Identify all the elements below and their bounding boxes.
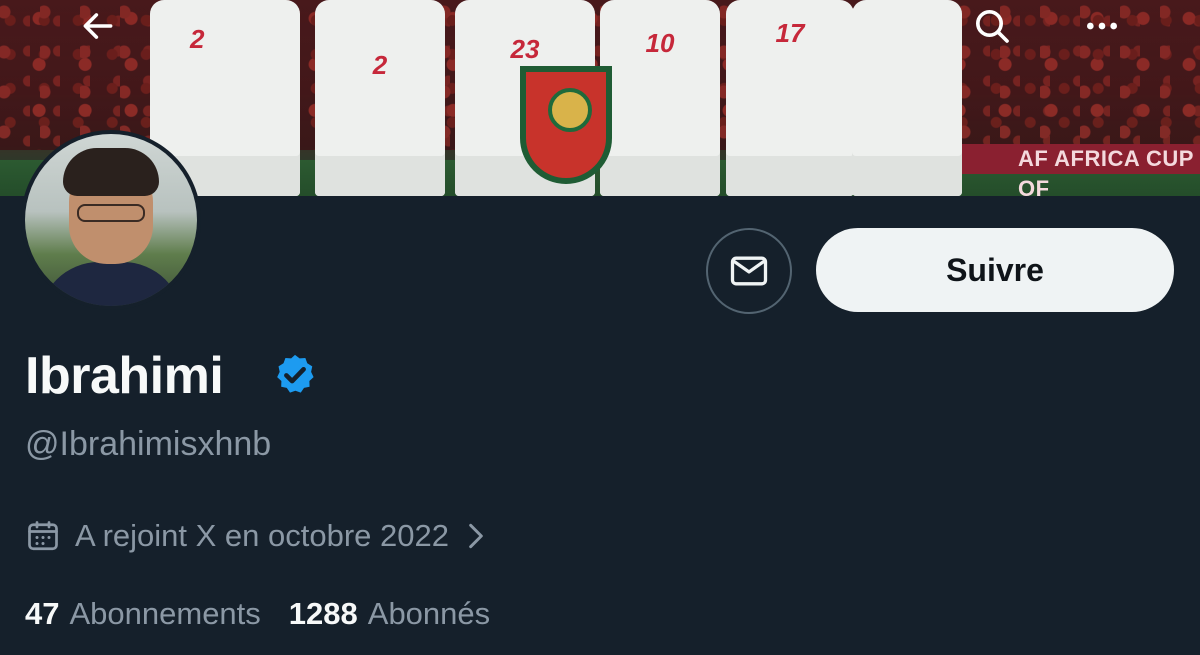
verified-badge-icon	[277, 354, 314, 393]
calendar-icon	[28, 521, 58, 551]
profile-name: Ibrahimi	[25, 347, 224, 405]
avatar-photo	[25, 134, 197, 306]
jersey-number: 23	[510, 34, 540, 64]
banner-player	[852, 0, 962, 196]
profile-handle: @Ibrahimisxhnb	[25, 425, 272, 463]
search-icon	[976, 9, 1009, 43]
avatar-hair	[63, 148, 159, 196]
banner-advert-board: AF AFRICA CUP OF	[960, 144, 1200, 196]
team-pennant	[520, 66, 612, 184]
follow-stats: 47 Abonnements 1288 Abonnés	[25, 592, 490, 636]
following-link[interactable]: 47 Abonnements	[25, 592, 261, 636]
message-button[interactable]	[706, 228, 792, 314]
following-label: Abonnements	[69, 596, 261, 631]
mail-icon	[730, 256, 768, 286]
back-button[interactable]	[72, 0, 124, 52]
avatar-shirt	[39, 262, 183, 306]
jersey-number: 2	[190, 24, 205, 54]
more-horizontal-icon	[1087, 22, 1117, 30]
followers-count: 1288	[288, 596, 358, 631]
stats-spacer	[261, 592, 289, 636]
following-count: 47	[25, 596, 60, 631]
banner-player: 2	[315, 0, 445, 196]
followers-label: Abonnés	[367, 596, 491, 631]
search-button[interactable]	[966, 0, 1018, 52]
banner-player: 17	[726, 0, 854, 196]
profile-avatar[interactable]	[21, 130, 201, 310]
joined-date-text: A rejoint X en octobre 2022	[75, 518, 449, 553]
joined-date-row[interactable]: A rejoint X en octobre 2022	[25, 514, 489, 558]
follow-button[interactable]: Suivre	[816, 228, 1174, 312]
team-emblem	[548, 88, 592, 132]
jersey-number: 17	[775, 18, 805, 48]
banner-player: 10	[600, 0, 720, 196]
chevron-right-icon	[469, 523, 483, 549]
jersey-number: 2	[372, 50, 388, 80]
avatar-glasses	[77, 204, 145, 222]
jersey-number: 10	[645, 28, 675, 58]
arrow-left-icon	[83, 13, 113, 39]
followers-link[interactable]: 1288 Abonnés	[289, 592, 490, 636]
more-button[interactable]	[1076, 0, 1128, 52]
